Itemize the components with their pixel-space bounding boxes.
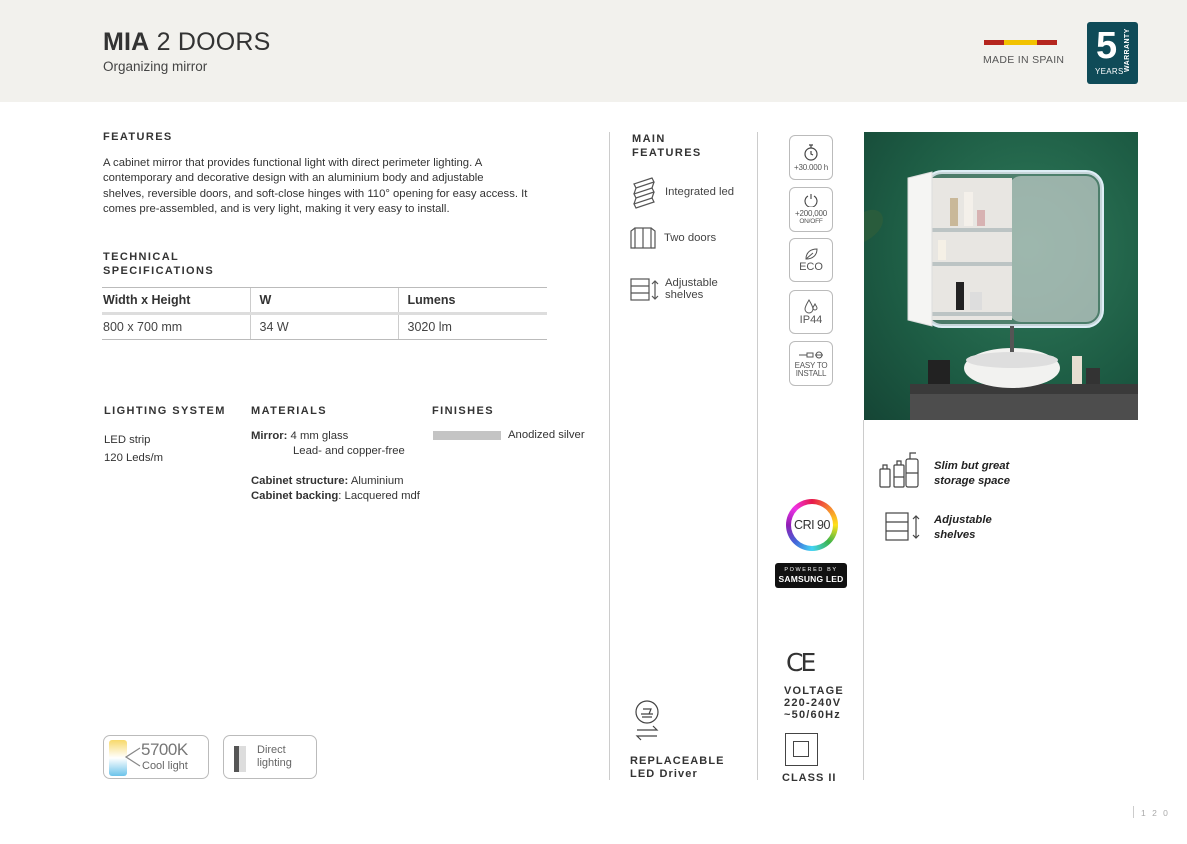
spec-size-value: 800 x 700 mm	[102, 313, 250, 340]
divider	[1133, 806, 1134, 818]
spec-watts-value: 34 W	[249, 313, 398, 340]
led-strip-icon	[632, 176, 656, 215]
cri-label: CRI 90	[791, 504, 833, 546]
spec-lumens-value: 3020 lm	[397, 313, 547, 340]
materials-heading: MATERIALS	[251, 405, 327, 417]
spec-table: Width x Height W Lumens 800 x 700 mm 34 …	[102, 287, 547, 340]
warranty-label: WARRANTY	[1124, 28, 1131, 72]
direct-lighting-label: Direct lighting	[257, 744, 292, 769]
easy-install-badge: EASY TO INSTALL	[789, 341, 833, 386]
lighting-details: LED strip 120 Leds/m	[104, 434, 164, 464]
product-subtitle: Organizing mirror	[103, 59, 208, 74]
hours-badge: +30.000 h	[789, 135, 833, 180]
stopwatch-icon	[804, 143, 818, 161]
feature-integrated-led: Integrated led	[665, 186, 735, 198]
warranty-years: YEARS	[1095, 67, 1124, 76]
triangle-pointer-icon	[124, 747, 141, 767]
class-ii-icon	[785, 733, 818, 766]
technical-heading: TECHNICAL SPECIFICATIONS	[103, 251, 215, 277]
divider	[609, 132, 610, 780]
features-heading: FEATURES	[103, 131, 173, 143]
color-temperature-card: 5700K Cool light	[103, 735, 209, 779]
replaceable-driver-label: REPLACEABLE LED Driver	[630, 755, 725, 780]
finishes-heading: FINISHES	[432, 405, 494, 417]
feature-adjustable-shelves: Adjustable shelves	[665, 277, 718, 301]
feature-two-doors: Two doors	[664, 232, 717, 244]
screwdriver-icon	[799, 351, 823, 358]
lighting-heading: LIGHTING SYSTEM	[104, 405, 226, 417]
warranty-number: 5	[1096, 25, 1118, 67]
two-doors-icon	[630, 226, 656, 255]
spec-table-header: Width x Height W Lumens	[102, 287, 547, 315]
spec-col-lumens: Lumens	[397, 287, 547, 315]
ip44-badge: IP44	[789, 290, 833, 334]
cri-badge: CRI 90	[786, 499, 838, 551]
storage-feature-label: Slim but great storage space	[934, 460, 1010, 487]
water-drop-icon	[804, 298, 818, 313]
finish-swatch	[433, 431, 501, 440]
divider	[757, 132, 758, 780]
temperature-label: Cool light	[142, 760, 188, 772]
ce-mark-icon: CE	[786, 648, 816, 677]
warranty-badge: 5 YEARS WARRANTY	[1087, 22, 1138, 84]
direct-lighting-card: Direct lighting	[223, 735, 317, 779]
voltage-label: VOLTAGE 220-240V ~50/60Hz	[784, 685, 844, 721]
spain-flag-icon	[984, 40, 1057, 45]
temperature-value: 5700K	[141, 740, 188, 759]
eco-badge: ECO	[789, 238, 833, 282]
features-description: A cabinet mirror that provides functiona…	[103, 157, 528, 215]
samsung-led-badge: POWERED BY SAMSUNG LED	[775, 563, 847, 588]
direct-light-icon	[234, 746, 246, 772]
spec-col-size: Width x Height	[102, 287, 250, 315]
table-row: 800 x 700 mm 34 W 3020 lm	[102, 313, 547, 340]
finish-label: Anodized silver	[508, 429, 585, 441]
shelves-feature-label: Adjustable shelves	[934, 514, 992, 541]
divider	[863, 420, 864, 780]
adjustable-shelves-icon	[630, 278, 660, 307]
leaf-icon	[805, 248, 818, 260]
materials-cabinet: Cabinet structure: Aluminium Cabinet bac…	[251, 475, 420, 503]
page-number: 1 2 0	[1141, 808, 1170, 818]
product-title: MIA 2 DOORS	[103, 28, 271, 56]
storage-icon	[878, 451, 920, 494]
power-icon	[804, 194, 818, 207]
onoff-badge: +200,000 ON/OFF	[789, 187, 833, 232]
adjustable-shelves-icon	[885, 512, 925, 547]
materials-mirror: Mirror: 4 mm glass Lead- and copper-free	[251, 430, 405, 458]
led-driver-icon	[633, 699, 661, 746]
spec-col-watts: W	[249, 287, 398, 315]
product-photo	[864, 132, 1138, 420]
made-in-label: MADE IN SPAIN	[983, 54, 1065, 66]
main-features-heading: MAIN FEATURES	[632, 133, 702, 159]
class-label: CLASS II	[782, 772, 837, 784]
